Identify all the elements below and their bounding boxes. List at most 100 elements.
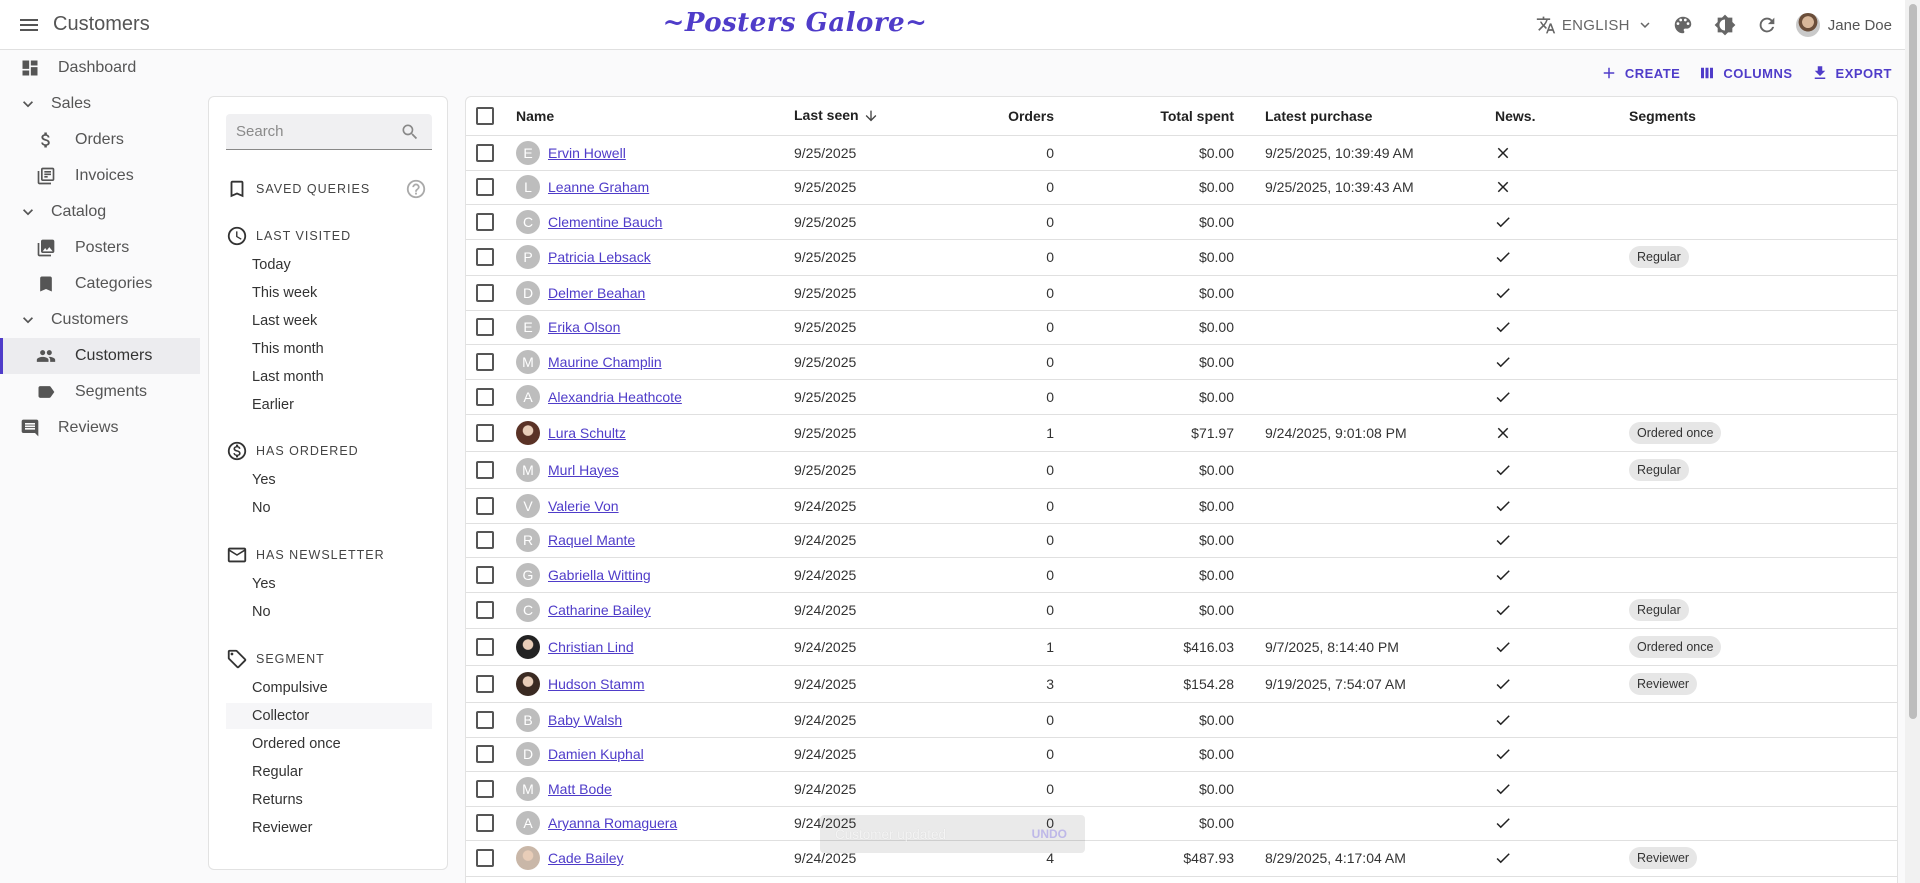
row-checkbox[interactable] — [476, 283, 494, 302]
row-checkbox[interactable] — [476, 779, 494, 798]
header-latest-purchase[interactable]: Latest purchase — [1234, 97, 1494, 136]
customer-name-link[interactable]: Delmer Beahan — [548, 285, 645, 301]
customer-name-link[interactable]: Christian Lind — [548, 639, 634, 655]
customer-name-link[interactable]: Matt Bode — [548, 781, 612, 797]
sidebar-item-categories[interactable]: Categories — [0, 266, 200, 302]
theme-toggle-icon[interactable] — [1712, 12, 1738, 38]
row-checkbox[interactable] — [476, 212, 494, 231]
customer-name-link[interactable]: Leanne Graham — [548, 179, 649, 195]
has-newsletter-option[interactable]: No — [226, 599, 432, 625]
table-row[interactable]: C Clementine Bauch 9/25/2025 0 $0.00 — [466, 204, 1897, 240]
sidebar-item-catalog-group[interactable]: Catalog — [0, 194, 200, 230]
row-checkbox[interactable] — [476, 674, 494, 693]
undo-button[interactable]: UNDO — [1032, 827, 1067, 841]
header-last-seen[interactable]: Last seen — [794, 97, 944, 136]
customer-name-link[interactable]: Murl Hayes — [548, 462, 619, 478]
row-checkbox[interactable] — [476, 318, 494, 336]
sidebar-item-posters[interactable]: Posters — [0, 230, 200, 266]
row-checkbox[interactable] — [476, 601, 494, 619]
palette-icon[interactable] — [1670, 12, 1696, 38]
table-row[interactable]: P Patricia Lebsack 9/25/2025 0 $0.00 Regular — [466, 239, 1897, 276]
table-row[interactable]: B Baby Walsh 9/24/2025 0 $0.00 — [466, 702, 1897, 738]
customer-name-link[interactable]: Aryanna Romaguera — [548, 815, 677, 831]
row-checkbox[interactable] — [476, 248, 494, 266]
table-row[interactable]: M Murl Hayes 9/25/2025 0 $0.00 Regular — [466, 451, 1897, 489]
sidebar-item-segments[interactable]: Segments — [0, 374, 200, 410]
customer-name-link[interactable]: Cade Bailey — [548, 850, 624, 866]
sidebar-item-reviews[interactable]: Reviews — [0, 410, 200, 446]
table-row[interactable]: G Gabriella Witting 9/24/2025 0 $0.00 — [466, 557, 1897, 593]
sidebar-item-dashboard[interactable]: Dashboard — [0, 50, 200, 86]
page-scrollbar[interactable] — [1905, 0, 1920, 883]
create-button[interactable]: CREATE — [1600, 64, 1680, 82]
table-row[interactable]: E Ervin Howell 9/25/2025 0 $0.00 9/25/2025, 1… — [466, 135, 1897, 171]
table-row[interactable]: Cade Bailey 9/24/2025 4 $487.93 8/29/2025, 4… — [466, 840, 1897, 877]
last-visited-option[interactable]: This month — [226, 336, 432, 362]
table-row[interactable]: M Matt Bode 9/24/2025 0 $0.00 — [466, 771, 1897, 807]
table-row[interactable]: R Raquel Mante 9/24/2025 0 $0.00 — [466, 523, 1897, 558]
customer-name-link[interactable]: Valerie Von — [548, 498, 619, 514]
last-visited-option[interactable]: Last month — [226, 364, 432, 390]
sidebar-item-customers[interactable]: Customers — [0, 338, 200, 374]
row-checkbox[interactable] — [476, 710, 494, 729]
search-input[interactable] — [236, 123, 396, 140]
sidebar-item-sales-group[interactable]: Sales — [0, 86, 200, 122]
table-row[interactable]: C Catharine Bailey 9/24/2025 0 $0.00 Regular — [466, 592, 1897, 629]
customer-name-link[interactable]: Patricia Lebsack — [548, 249, 651, 265]
row-checkbox[interactable] — [476, 352, 494, 371]
row-checkbox[interactable] — [476, 143, 494, 162]
row-checkbox[interactable] — [476, 565, 494, 584]
table-row[interactable]: E Erika Olson 9/25/2025 0 $0.00 — [466, 310, 1897, 345]
row-checkbox[interactable] — [476, 637, 494, 656]
select-all-checkbox[interactable] — [476, 106, 494, 125]
segment-option[interactable]: Collector — [226, 703, 432, 729]
table-row[interactable]: A Alexandria Heathcote 9/25/2025 0 $0.00 — [466, 379, 1897, 415]
last-visited-option[interactable]: Today — [226, 252, 432, 278]
table-row[interactable]: Christian Lind 9/24/2025 1 $416.03 9/7/2025,… — [466, 628, 1897, 666]
table-row[interactable]: Hudson Stamm 9/24/2025 3 $154.28 9/19/2025, … — [466, 665, 1897, 703]
columns-button[interactable]: COLUMNS — [1698, 64, 1792, 82]
row-checkbox[interactable] — [476, 849, 494, 867]
row-checkbox[interactable] — [476, 814, 494, 832]
has-newsletter-option[interactable]: Yes — [226, 571, 432, 597]
table-row[interactable]: L Leanne Graham 9/25/2025 0 $0.00 9/25/2025, … — [466, 170, 1897, 205]
row-checkbox[interactable] — [476, 387, 494, 406]
customer-name-link[interactable]: Gabriella Witting — [548, 567, 651, 583]
customer-name-link[interactable]: Raquel Mante — [548, 532, 635, 548]
user-menu[interactable]: Jane Doe — [1795, 13, 1892, 37]
export-button[interactable]: EXPORT — [1811, 64, 1892, 82]
sidebar-item-customers-group[interactable]: Customers — [0, 302, 200, 338]
sidebar-item-invoices[interactable]: Invoices — [0, 158, 200, 194]
header-orders[interactable]: Orders — [944, 97, 1054, 136]
row-checkbox[interactable] — [476, 745, 494, 763]
search-field[interactable] — [226, 114, 432, 150]
has-ordered-option[interactable]: No — [226, 495, 432, 521]
has-ordered-option[interactable]: Yes — [226, 467, 432, 493]
last-visited-option[interactable]: Last week — [226, 308, 432, 334]
row-checkbox[interactable] — [476, 423, 494, 442]
help-icon[interactable] — [405, 178, 427, 200]
customer-name-link[interactable]: Catharine Bailey — [548, 602, 651, 618]
customer-name-link[interactable]: Lura Schultz — [548, 425, 626, 441]
refresh-icon[interactable] — [1754, 12, 1780, 38]
customer-name-link[interactable]: Damien Kuphal — [548, 746, 644, 762]
customer-name-link[interactable]: Erika Olson — [548, 319, 620, 335]
customer-name-link[interactable]: Maurine Champlin — [548, 354, 662, 370]
segment-option[interactable]: Compulsive — [226, 675, 432, 701]
table-row[interactable]: Lura Schultz 9/25/2025 1 $71.97 9/24/2025, 9… — [466, 414, 1897, 452]
customer-name-link[interactable]: Ervin Howell — [548, 145, 626, 161]
language-selector[interactable]: ENGLISH — [1536, 15, 1654, 35]
customer-name-link[interactable]: Alexandria Heathcote — [548, 389, 682, 405]
sidebar-item-orders[interactable]: Orders — [0, 122, 200, 158]
last-visited-option[interactable]: This week — [226, 280, 432, 306]
row-checkbox[interactable] — [476, 531, 494, 549]
table-row[interactable]: D Delmer Beahan 9/25/2025 0 $0.00 — [466, 275, 1897, 311]
header-name[interactable]: Name — [516, 97, 794, 136]
segment-option[interactable]: Reviewer — [226, 815, 432, 841]
row-checkbox[interactable] — [476, 496, 494, 515]
menu-icon[interactable] — [16, 13, 42, 37]
customer-name-link[interactable]: Hudson Stamm — [548, 676, 644, 692]
header-total-spent[interactable]: Total spent — [1054, 97, 1234, 136]
table-row[interactable]: M Maurine Champlin 9/25/2025 0 $0.00 — [466, 344, 1897, 380]
table-row[interactable]: A Aryanna Romaguera 9/24/2025 0 $0.00 — [466, 806, 1897, 841]
